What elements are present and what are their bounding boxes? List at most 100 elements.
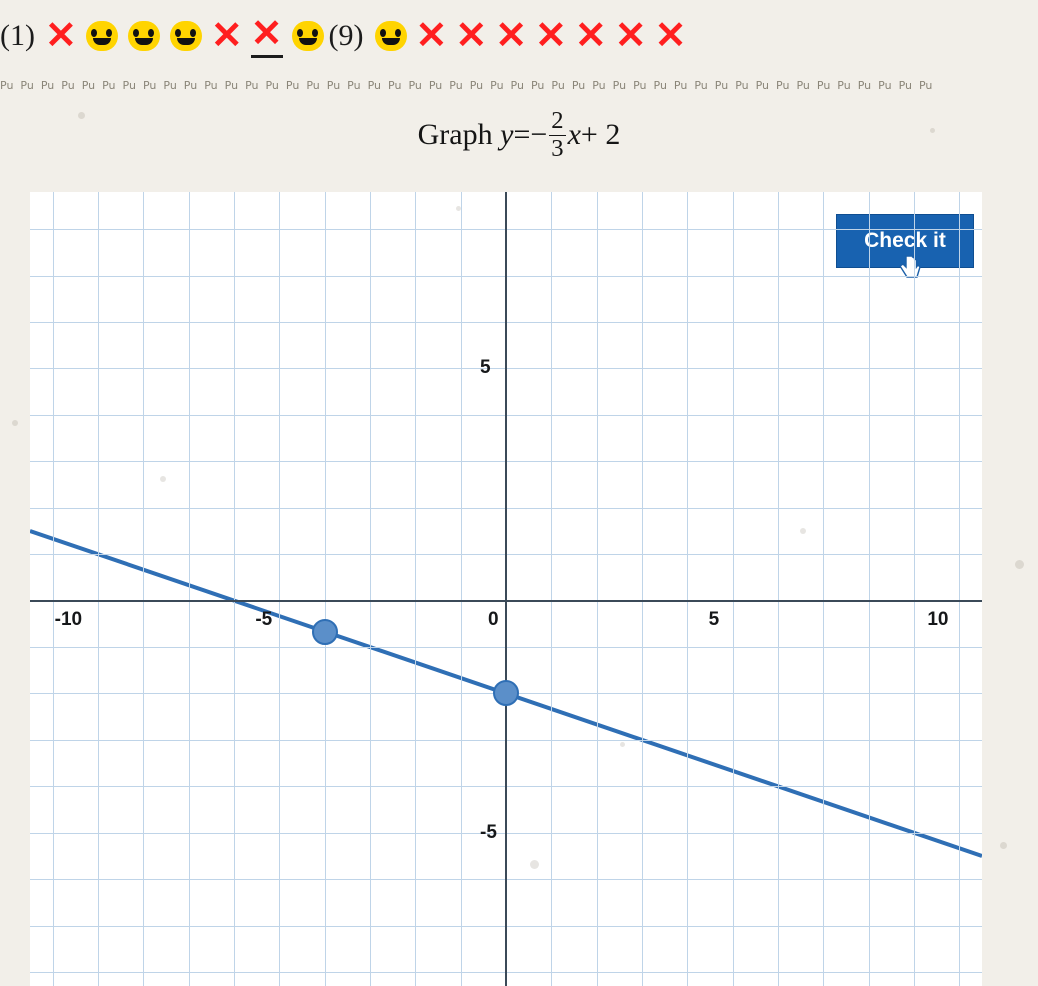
prompt-equals: =	[513, 117, 531, 151]
texture-mark: Pu	[837, 78, 851, 92]
x-axis-tick-label: -10	[54, 608, 83, 630]
texture-mark: Pu	[469, 78, 484, 92]
texture-mark: Pu	[183, 78, 198, 92]
gridline-vertical	[188, 192, 190, 986]
y-axis-tick-label: -5	[480, 821, 497, 843]
x-icon: ✕	[654, 15, 687, 57]
gridline-vertical	[778, 192, 779, 986]
texture-mark: Pu	[653, 78, 667, 92]
gridline-vertical	[324, 192, 326, 986]
paper-blemish	[800, 528, 806, 534]
gridline-vertical	[234, 192, 235, 986]
paper-blemish	[530, 860, 539, 869]
gridline-vertical	[370, 192, 371, 986]
gridline-vertical	[460, 192, 462, 986]
gridline-vertical	[52, 192, 54, 986]
texture-mark: Pu	[347, 78, 361, 92]
x-icon: ✕	[44, 15, 77, 57]
texture-mark: Pu	[61, 78, 75, 92]
x-icon: ✕	[455, 15, 488, 57]
texture-mark: Pu	[918, 78, 933, 92]
x-icon: ✕	[614, 15, 647, 57]
gridline-vertical	[596, 192, 598, 986]
prompt-constant: + 2	[580, 117, 621, 151]
texture-mark: Pu	[81, 78, 96, 92]
gridline-vertical	[914, 192, 915, 986]
texture-mark: Pu	[551, 78, 565, 92]
texture-mark: Pu	[20, 78, 34, 92]
x-icon-underlined: ✕	[250, 15, 283, 58]
texture-mark: Pu	[224, 78, 239, 92]
gridline-vertical	[642, 192, 643, 986]
texture-mark: Pu	[714, 78, 729, 92]
x-icon: ✕	[415, 15, 448, 57]
gridline-vertical	[868, 192, 870, 986]
texture-mark: Pu	[204, 78, 218, 92]
texture-mark: Pu	[592, 78, 606, 92]
gridline-vertical	[959, 192, 961, 986]
paper-blemish	[456, 206, 461, 211]
texture-mark: Pu	[245, 78, 259, 92]
x-icon: ✕	[535, 15, 567, 57]
gridline-vertical	[732, 192, 734, 986]
prompt-fraction: 23	[549, 107, 566, 162]
texture-strip: Pu Pu Pu Pu Pu Pu Pu Pu Pu Pu Pu Pu Pu Pu Pu Pu Pu Pu Pu Pu…	[0, 74, 1038, 96]
prompt-y: y	[500, 117, 514, 151]
fraction-numerator: 2	[549, 107, 566, 136]
texture-mark: Pu	[285, 78, 300, 92]
x-axis-tick-label: 10	[927, 608, 949, 630]
texture-mark: Pu	[40, 78, 55, 92]
x-axis-tick-label: 5	[708, 608, 720, 630]
texture-mark: Pu	[326, 78, 341, 92]
gridline-vertical	[415, 192, 417, 986]
x-icon: ✕	[495, 15, 528, 57]
texture-mark: Pu	[571, 78, 586, 92]
smiley-icon	[127, 21, 160, 51]
texture-mark: Pu	[265, 78, 279, 92]
texture-mark: Pu	[755, 78, 770, 92]
texture-mark: Pu	[816, 78, 831, 92]
x-axis	[30, 599, 982, 602]
y-axis	[505, 192, 507, 986]
x-axis-tick-label: 0	[488, 608, 499, 630]
x-axis-tick-label: -5	[255, 608, 273, 630]
right-counter: (9)	[328, 19, 364, 52]
texture-mark: Pu	[796, 78, 810, 92]
texture-mark: Pu	[857, 78, 872, 92]
smiley-icon	[169, 21, 202, 51]
page-title: Graph y=− 2 3 x+ 2	[0, 107, 1038, 162]
texture-mark: Pu	[735, 78, 749, 92]
paper-blemish	[78, 112, 85, 119]
y-axis-tick-label: 5	[480, 357, 491, 379]
draggable-point[interactable]	[493, 680, 519, 707]
texture-mark: Pu	[428, 78, 443, 92]
x-icon: ✕	[210, 15, 243, 57]
prompt-minus: −	[530, 117, 548, 151]
coordinate-grid[interactable]: Check it -10 -5 0 5 10 -5 5	[30, 192, 982, 986]
texture-mark: Pu	[0, 78, 14, 92]
texture-mark: Pu	[490, 78, 504, 92]
check-it-label: Check it	[864, 229, 946, 252]
prompt-label: Graph	[417, 117, 493, 151]
paper-blemish	[12, 420, 18, 426]
fraction-denominator: 3	[551, 134, 564, 162]
texture-mark: Pu	[408, 78, 422, 92]
texture-mark: Pu	[530, 78, 545, 92]
texture-mark: Pu	[449, 78, 463, 92]
texture-mark: Pu	[878, 78, 892, 92]
gridline-vertical	[823, 192, 825, 986]
texture-mark: Pu	[612, 78, 627, 92]
check-it-button[interactable]: Check it	[836, 214, 974, 268]
draggable-point[interactable]	[311, 618, 338, 645]
texture-mark: Pu	[673, 78, 688, 92]
gridline-vertical	[143, 192, 145, 986]
paper-blemish	[620, 742, 625, 747]
left-counter: (1)	[0, 19, 35, 52]
texture-mark: Pu	[388, 78, 402, 92]
texture-mark: Pu	[142, 78, 157, 92]
smiley-icon	[374, 21, 407, 51]
texture-mark: Pu	[694, 78, 708, 92]
paper-blemish	[930, 128, 935, 133]
gridline-vertical	[551, 192, 553, 986]
texture-mark: Pu	[898, 78, 912, 92]
